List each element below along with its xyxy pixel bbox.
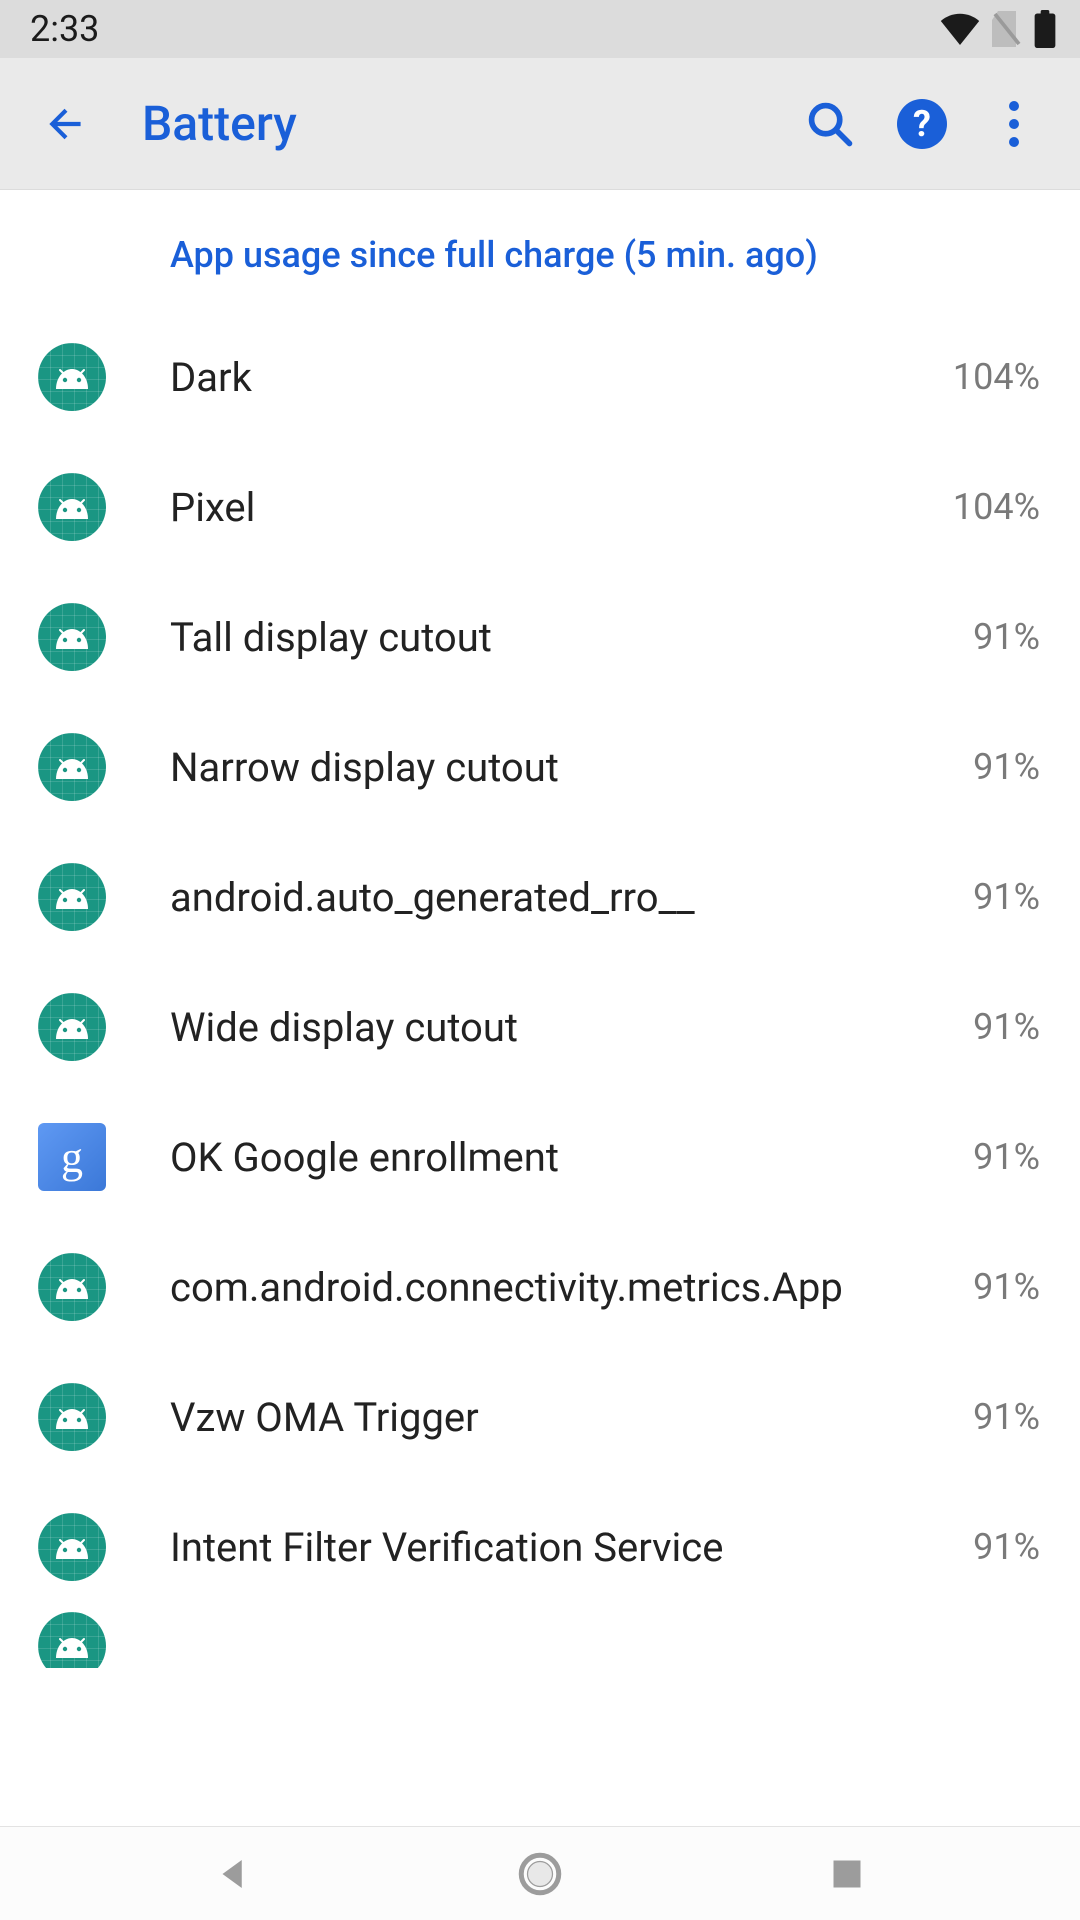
app-name-label: Narrow display cutout <box>106 744 953 791</box>
section-header: App usage since full charge (5 min. ago) <box>0 190 1080 312</box>
back-button[interactable] <box>20 99 112 149</box>
list-item[interactable]: Intent Filter Verification Service91% <box>0 1482 1080 1612</box>
android-app-icon <box>38 1612 106 1668</box>
battery-icon <box>1034 10 1056 48</box>
navigation-bar <box>0 1826 1080 1920</box>
circle-home-icon <box>515 1849 565 1899</box>
android-app-icon <box>38 993 106 1061</box>
list-item[interactable]: Dark104% <box>0 312 1080 442</box>
app-usage-percent: 104% <box>933 356 1040 398</box>
android-app-icon <box>38 733 106 801</box>
android-app-icon <box>38 1383 106 1451</box>
android-app-icon <box>38 1513 106 1581</box>
status-time: 2:33 <box>30 8 99 50</box>
square-recent-icon <box>829 1856 865 1892</box>
app-usage-percent: 91% <box>953 876 1040 918</box>
app-bar: Battery ? <box>0 58 1080 190</box>
app-name-label: OK Google enrollment <box>106 1134 953 1181</box>
nav-recent-button[interactable] <box>787 1839 907 1909</box>
app-usage-percent: 91% <box>953 1006 1040 1048</box>
android-app-icon <box>38 473 106 541</box>
android-app-icon <box>38 1253 106 1321</box>
app-name-label: Intent Filter Verification Service <box>106 1524 953 1571</box>
app-name-label: Tall display cutout <box>106 614 953 661</box>
nav-home-button[interactable] <box>480 1839 600 1909</box>
help-button[interactable]: ? <box>876 78 968 170</box>
android-app-icon <box>38 863 106 931</box>
app-name-label: Wide display cutout <box>106 1004 953 1051</box>
app-usage-percent: 91% <box>953 1136 1040 1178</box>
overflow-menu-button[interactable] <box>968 78 1060 170</box>
app-usage-percent: 91% <box>953 1526 1040 1568</box>
google-app-icon: g <box>38 1123 106 1191</box>
search-button[interactable] <box>784 78 876 170</box>
overflow-icon <box>1009 101 1019 147</box>
content-area[interactable]: App usage since full charge (5 min. ago)… <box>0 190 1080 1826</box>
app-usage-percent: 104% <box>933 486 1040 528</box>
app-name-label: Pixel <box>106 484 933 531</box>
list-item[interactable]: Narrow display cutout91% <box>0 702 1080 832</box>
no-sim-icon <box>992 11 1022 47</box>
list-item[interactable]: Pixel104% <box>0 442 1080 572</box>
triangle-back-icon <box>212 1853 254 1895</box>
page-title: Battery <box>112 95 784 152</box>
app-name-label: Vzw OMA Trigger <box>106 1394 953 1441</box>
wifi-icon <box>940 13 980 45</box>
list-item[interactable]: com.android.connectivity.metrics.App91% <box>0 1222 1080 1352</box>
app-usage-percent: 91% <box>953 1396 1040 1438</box>
app-name-label: com.android.connectivity.metrics.App <box>106 1264 953 1311</box>
search-icon <box>804 98 856 150</box>
list-item[interactable]: Wide display cutout91% <box>0 962 1080 1092</box>
list-item[interactable]: Tall display cutout91% <box>0 572 1080 702</box>
list-item[interactable]: android.auto_generated_rro__91% <box>0 832 1080 962</box>
app-name-label: Dark <box>106 354 933 401</box>
status-icons <box>940 10 1056 48</box>
help-icon: ? <box>897 99 947 149</box>
list-item[interactable]: Vzw OMA Trigger91% <box>0 1352 1080 1482</box>
android-app-icon <box>38 343 106 411</box>
app-usage-percent: 91% <box>953 746 1040 788</box>
app-usage-percent: 91% <box>953 616 1040 658</box>
status-bar: 2:33 <box>0 0 1080 58</box>
list-item[interactable] <box>0 1612 1080 1668</box>
android-app-icon <box>38 603 106 671</box>
app-usage-list: Dark104%Pixel104%Tall display cutout91%N… <box>0 312 1080 1612</box>
list-item[interactable]: gOK Google enrollment91% <box>0 1092 1080 1222</box>
nav-back-button[interactable] <box>173 1839 293 1909</box>
app-name-label: android.auto_generated_rro__ <box>106 874 953 921</box>
app-usage-percent: 91% <box>953 1266 1040 1308</box>
